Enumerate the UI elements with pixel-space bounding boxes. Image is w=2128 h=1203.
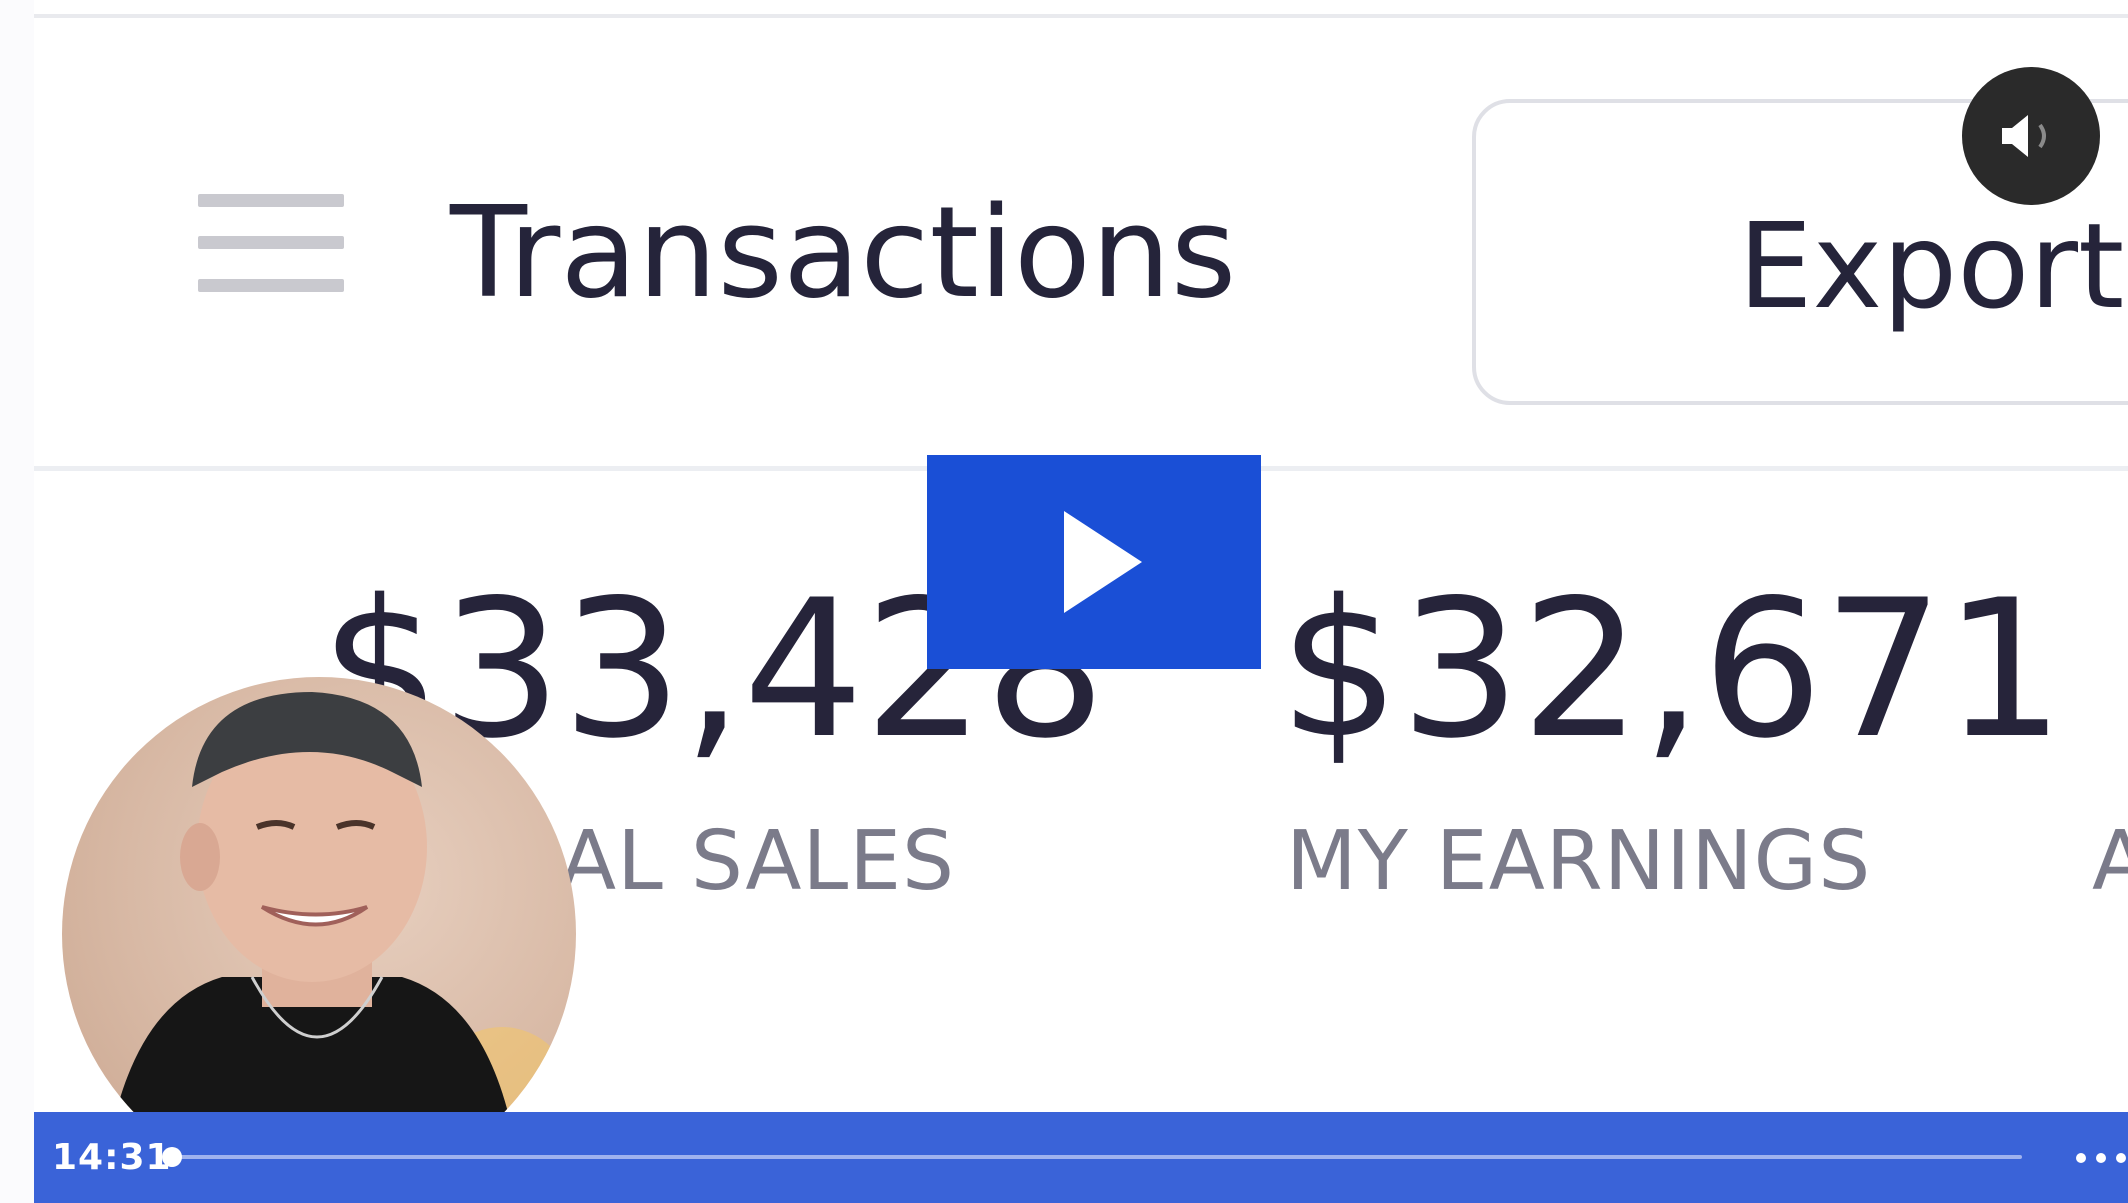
play-button[interactable] <box>927 455 1261 669</box>
page-title: Transactions <box>450 179 1237 326</box>
timestamp: 14:31 <box>52 1137 172 1178</box>
stat-label-earnings: MY EARNINGS <box>1286 814 1872 909</box>
play-icon <box>1064 511 1142 613</box>
stat-value-earnings: $32,671 <box>1279 559 2065 780</box>
video-player[interactable]: Transactions Export C $33,428 AL SALES $… <box>0 0 2128 1203</box>
speaker-icon <box>2002 115 2046 157</box>
export-button-label: Export C <box>1738 197 2128 335</box>
seek-handle[interactable] <box>162 1147 182 1167</box>
more-options-button[interactable] <box>2074 1142 2128 1172</box>
more-dots-icon <box>2076 1153 2086 1163</box>
stat-label-cutoff: A <box>2092 814 2128 909</box>
mute-button[interactable] <box>1962 67 2100 205</box>
stat-label-sales: AL SALES <box>560 814 956 909</box>
divider <box>34 14 2128 18</box>
seek-bar[interactable] <box>162 1147 2022 1167</box>
hamburger-menu-icon <box>198 194 344 292</box>
